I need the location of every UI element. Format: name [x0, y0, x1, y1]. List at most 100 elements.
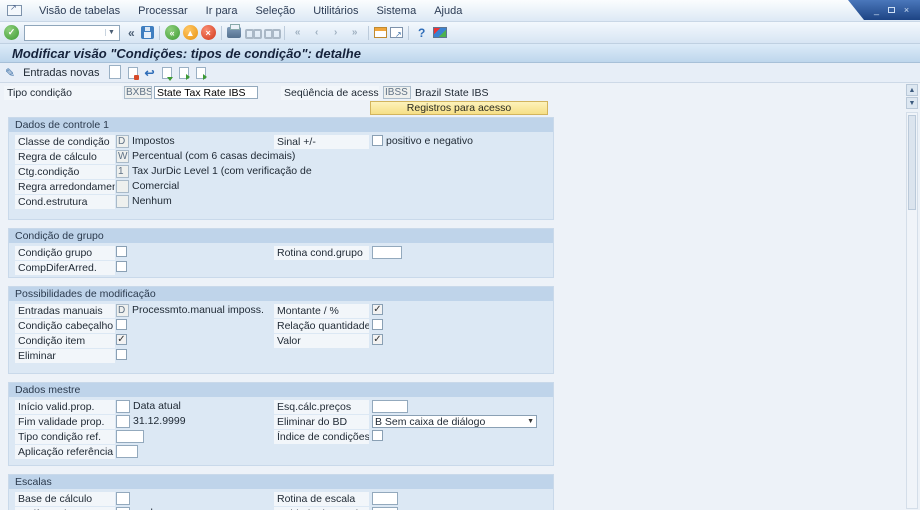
cancel-icon[interactable]: ×	[200, 25, 216, 40]
dados-mestre-aplica-o-refer-ncia-input[interactable]	[116, 445, 138, 458]
help-icon[interactable]: ?	[414, 25, 430, 41]
scroll-down-icon[interactable]: ▼	[906, 97, 918, 109]
insert-entry-icon[interactable]	[161, 66, 173, 81]
customize-layout-icon[interactable]	[432, 27, 447, 38]
possibilidades-de-modificacao-montante--checkbox[interactable]: ✓	[372, 304, 383, 315]
escalas-rotina-de-escala-fields	[372, 492, 398, 505]
scroll-up-icon[interactable]: ▲	[906, 84, 918, 96]
tipo-condicao-code[interactable]: BXBS	[124, 86, 152, 99]
first-page-icon[interactable]: «	[290, 25, 306, 41]
possibilidades-de-modificacao-condi-o-item-checkbox[interactable]: ✓	[116, 334, 127, 345]
dados-de-controle-1-ctg-condi-o-code[interactable]: 1	[116, 165, 129, 178]
possibilidades-de-modificacao-condi-o-cabe-alho-fields	[116, 319, 127, 330]
selection-corner	[118, 86, 122, 89]
dados-mestre-esq-c-lc-pre-os-input[interactable]	[372, 400, 408, 413]
save-icon[interactable]	[140, 26, 154, 39]
dados-mestre-in-cio-valid-prop--input[interactable]	[116, 400, 130, 413]
delete-entry-icon[interactable]	[127, 66, 139, 80]
possibilidades-de-modificacao-rela-o-quantidade-checkbox[interactable]	[372, 319, 383, 330]
last-page-icon[interactable]: »	[347, 25, 363, 41]
possibilidades-de-modificacao-entradas-manuais-code[interactable]: D	[116, 304, 129, 317]
menu-item-ir-para[interactable]: Ir para	[197, 2, 247, 20]
dados-de-controle-1-sinal--checkbox[interactable]	[372, 135, 383, 146]
condicao-de-grupo-condi-o-grupo-label: Condição grupo	[15, 246, 115, 260]
select-block-icon[interactable]	[195, 66, 207, 80]
dados-mestre-eliminar-do-bd-select[interactable]: B Sem caixa de diálogo ▼	[372, 415, 537, 428]
back-icon[interactable]: «	[164, 25, 180, 40]
dados-de-controle-1-regra-arredondamento-text: Comercial	[132, 180, 180, 192]
restore-button[interactable]	[888, 7, 895, 13]
dados-mestre-tipo-condi-o-ref--input[interactable]	[116, 430, 144, 443]
dados-de-controle-1-regra-arredondamento-fields: Comercial	[116, 180, 179, 193]
dados-de-controle-1-cond-estrutura-code[interactable]	[116, 195, 129, 208]
dados-de-controle-1-ctg-condi-o-label: Ctg.condição	[15, 165, 115, 179]
command-dropdown-icon[interactable]: ▼	[105, 29, 117, 36]
sep1	[220, 25, 222, 40]
group-box-body: Condição grupo Rotina cond.grupo CompDifer…	[9, 243, 553, 277]
menu-item-processar[interactable]: Processar	[129, 2, 197, 20]
new-session-icon[interactable]	[373, 27, 387, 38]
field-row: Base de cálculo Rotina de escala	[9, 491, 553, 506]
menu-item-sistema[interactable]: Sistema	[367, 2, 425, 20]
group-box-title: Dados de controle 1	[9, 118, 553, 132]
escalas-rotina-de-escala-input[interactable]	[372, 492, 398, 505]
group-box-condicao-de-grupo: Condição de grupo Condição grupo Rotina co…	[8, 228, 554, 278]
possibilidades-de-modificacao-valor-checkbox[interactable]: ✓	[372, 334, 383, 345]
dados-de-controle-1-ctg-condi-o-fields: 1 Tax JurDic Level 1 (com verificação de	[116, 165, 312, 178]
scrollbar-track[interactable]	[906, 112, 918, 509]
condicao-de-grupo-rotina-cond-grupo-input[interactable]	[372, 246, 402, 259]
minimize-button[interactable]: _	[872, 5, 881, 15]
escalas-base-de-c-lculo-fields	[116, 492, 130, 505]
command-field[interactable]	[25, 25, 105, 40]
menu-item-selecao[interactable]: Seleção	[246, 2, 304, 20]
condicao-de-grupo-condi-o-grupo-checkbox[interactable]	[116, 246, 127, 257]
scrollbar-thumb[interactable]	[908, 115, 916, 210]
copy-entry-icon[interactable]	[178, 66, 190, 80]
enter-icon[interactable]: ✓	[4, 25, 19, 40]
dados-de-controle-1-regra-de-c-lculo-code[interactable]: W	[116, 150, 129, 163]
selection-corner	[4, 97, 8, 100]
sequencia-acesso-code[interactable]: IBSS	[383, 86, 411, 99]
copy-as-icon[interactable]	[108, 64, 121, 79]
possibilidades-de-modificacao-condi-o-item-fields: ✓	[116, 334, 127, 345]
possibilidades-de-modificacao-eliminar-checkbox[interactable]	[116, 349, 127, 360]
field-row: Classe de condição D Impostos Sinal +/- posi…	[9, 134, 553, 149]
selection-corner	[118, 97, 122, 100]
system-menu-icon[interactable]	[7, 3, 22, 16]
possibilidades-de-modificacao-condi-o-cabe-alho-checkbox[interactable]	[116, 319, 127, 330]
find-next-icon[interactable]	[263, 26, 281, 40]
exit-icon[interactable]: ▲	[182, 25, 198, 40]
create-shortcut-icon[interactable]	[389, 27, 403, 39]
tipo-condicao-input[interactable]	[154, 86, 258, 99]
dados-de-controle-1-classe-de-condi-o-code[interactable]: D	[116, 135, 129, 148]
previous-page-icon[interactable]: ‹	[309, 25, 325, 41]
dados-mestre--ndice-de-condi-es-checkbox[interactable]	[372, 430, 383, 441]
dados-mestre-eliminar-do-bd-dropdown-icon[interactable]: ▼	[527, 418, 534, 425]
menu-item-ajuda[interactable]: Ajuda	[425, 2, 471, 20]
dados-de-controle-1-regra-arredondamento-code[interactable]	[116, 180, 129, 193]
menu-item-utilitarios[interactable]: Utilitários	[304, 2, 367, 20]
dados-mestre-fim-validade-prop--label: Fim validade prop.	[15, 415, 115, 429]
dados-mestre-fim-validade-prop--input[interactable]	[116, 415, 130, 428]
dados-de-controle-1-classe-de-condi-o-text: Impostos	[132, 135, 175, 147]
close-button[interactable]: ×	[902, 5, 911, 15]
collapse-toolbar-icon[interactable]: «	[125, 26, 138, 40]
new-entries-button[interactable]: Entradas novas	[19, 66, 103, 80]
display-change-icon[interactable]: ✎	[5, 66, 15, 80]
field-row: Condição item ✓ Valor ✓	[9, 333, 553, 348]
condicao-de-grupo-rotina-cond-grupo-label: Rotina cond.grupo	[274, 246, 369, 260]
dados-mestre-aplica-o-refer-ncia-label: Aplicação referência	[15, 445, 115, 459]
dados-de-controle-1-cond-estrutura-text: Nenhum	[132, 195, 172, 207]
escalas-rotina-de-escala-label: Rotina de escala	[274, 492, 369, 506]
next-page-icon[interactable]: ›	[328, 25, 344, 41]
condicao-de-grupo-compdiferarred--checkbox[interactable]	[116, 261, 127, 272]
find-icon[interactable]	[244, 26, 262, 40]
menu-item-visao-de-tabelas[interactable]: Visão de tabelas	[30, 2, 129, 20]
registros-para-acesso-button[interactable]: Registros para acesso	[370, 101, 548, 115]
undo-change-icon[interactable]: ↩	[145, 66, 155, 80]
dados-mestre-in-cio-valid-prop--text: Data atual	[133, 400, 181, 412]
print-icon[interactable]	[226, 24, 241, 38]
dados-mestre-tipo-condi-o-ref--fields	[116, 430, 144, 443]
dados-de-controle-1-cond-estrutura-label: Cond.estrutura	[15, 195, 115, 209]
escalas-base-de-c-lculo-input[interactable]	[116, 492, 130, 505]
